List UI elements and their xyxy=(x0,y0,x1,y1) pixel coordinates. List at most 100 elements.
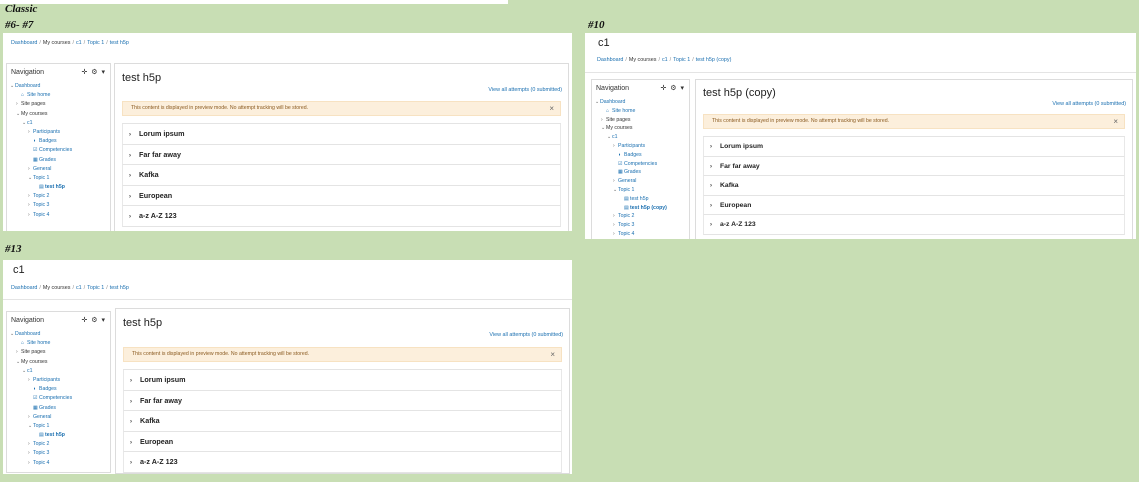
nav-item-label: c1 xyxy=(27,367,33,374)
accordion-section-label: a-z A-Z 123 xyxy=(139,211,177,220)
activity-title: test h5p xyxy=(122,72,162,84)
accordion-section[interactable]: › Far far away xyxy=(703,156,1125,176)
close-icon[interactable]: × xyxy=(1113,115,1118,128)
accordion-section[interactable]: › European xyxy=(123,431,562,452)
nav-item[interactable]: ▦Grades xyxy=(595,168,667,177)
accordion-section[interactable]: › Kafka xyxy=(123,411,562,432)
nav-item-label: Topic 4 xyxy=(618,230,635,237)
accordion-section-label: European xyxy=(139,190,173,200)
accordion-section[interactable]: › Kafka xyxy=(703,176,1125,196)
nav-item-label: test h5p xyxy=(45,184,65,191)
accordion-section[interactable]: › European xyxy=(703,195,1125,215)
nav-item-label: Site pages xyxy=(21,101,46,108)
breadcrumb-dashboard[interactable]: Dashboard xyxy=(11,285,37,291)
header-divider xyxy=(585,72,1136,73)
breadcrumb-my-courses: My courses xyxy=(42,40,71,46)
nav-item[interactable]: › Topic 4 xyxy=(10,459,72,468)
nav-item-label: test h5p xyxy=(630,195,649,202)
accordion-section[interactable]: › Lorum ipsum xyxy=(122,124,561,145)
accordion-section[interactable]: › Far far away xyxy=(122,144,561,165)
activity-title: test h5p (copy) xyxy=(703,87,776,99)
nav-item[interactable]: ⌄Topic 1 xyxy=(10,422,72,431)
nav-item[interactable]: ☑ Competencies xyxy=(10,146,72,155)
breadcrumb-topic[interactable]: Topic 1 xyxy=(87,285,104,291)
nav-item[interactable]: › Topic 2 xyxy=(10,192,72,201)
breadcrumb-activity[interactable]: test h5p xyxy=(110,285,129,291)
nav-item[interactable]: ▤test h5p xyxy=(595,195,667,204)
nav-item[interactable]: › Topic 2 xyxy=(595,212,667,221)
nav-item[interactable]: › Topic 4 xyxy=(10,211,72,220)
accordion-section[interactable]: › European xyxy=(122,185,561,206)
nav-item[interactable]: › Participants xyxy=(10,128,72,137)
nav-item[interactable]: › Topic 3 xyxy=(10,449,72,458)
nav-item[interactable]: › Topic 2 xyxy=(10,440,72,449)
nav-item[interactable]: ◗ Badges xyxy=(595,151,667,160)
close-icon[interactable]: × xyxy=(549,102,554,115)
breadcrumb-course[interactable]: c1 xyxy=(662,57,668,63)
accordion-section[interactable]: › Lorum ipsum xyxy=(123,370,562,391)
screenshot-panel-3: c1 Dashboard / My courses / c1/Topic 1/test … xyxy=(3,260,572,474)
accordion-section[interactable]: › a-z A-Z 123 xyxy=(703,215,1125,235)
block-actions-icon[interactable]: ✛ ⚙ ▾ xyxy=(81,316,106,324)
nav-item-label: General xyxy=(618,178,637,185)
breadcrumb-course[interactable]: c1 xyxy=(76,40,82,46)
nav-item[interactable]: ⌂ Site home xyxy=(10,91,72,100)
breadcrumb-dashboard[interactable]: Dashboard xyxy=(11,40,37,46)
breadcrumb-activity[interactable]: test h5p xyxy=(110,40,129,46)
accordion-section-label: Far far away xyxy=(139,149,181,159)
nav-item-label: Topic 3 xyxy=(33,202,50,209)
nav-item[interactable]: ▤test h5p xyxy=(10,183,72,192)
nav-item[interactable]: ▦Grades xyxy=(10,156,72,165)
nav-item[interactable]: › Participants xyxy=(10,376,72,385)
nav-item[interactable]: › General xyxy=(10,413,72,422)
nav-item[interactable]: ⌄Dashboard xyxy=(10,82,72,91)
view-attempts-link[interactable]: View all attempts (0 submitted) xyxy=(1052,101,1126,107)
accordion-section[interactable]: › Far far away xyxy=(123,390,562,411)
nav-item[interactable]: › General xyxy=(10,165,72,174)
nav-item-label: Badges xyxy=(39,386,57,393)
accordion-section[interactable]: › Kafka xyxy=(122,165,561,186)
accordion-section[interactable]: › Lorum ipsum xyxy=(703,137,1125,157)
view-attempts-link[interactable]: View all attempts (0 submitted) xyxy=(489,332,563,338)
breadcrumb-topic[interactable]: Topic 1 xyxy=(87,40,104,46)
nav-item[interactable]: ⌄c1 xyxy=(10,119,72,128)
nav-item[interactable]: ⌄Dashboard xyxy=(10,330,72,339)
accordion-section[interactable]: › a-z A-Z 123 xyxy=(122,206,561,227)
accordion-section[interactable]: › a-z A-Z 123 xyxy=(123,452,562,473)
nav-item[interactable]: ▤test h5p (copy) xyxy=(595,204,667,213)
nav-item-label: Participants xyxy=(33,128,61,135)
nav-item[interactable]: › Topic 4 xyxy=(595,230,667,239)
breadcrumb-activity[interactable]: test h5p (copy) xyxy=(696,57,732,63)
nav-item[interactable]: › Participants xyxy=(595,142,667,151)
nav-item-label: Competencies xyxy=(39,147,73,154)
chevron-right-icon: › xyxy=(710,163,712,170)
nav-item[interactable]: ⌂ Site home xyxy=(10,339,72,348)
breadcrumb-topic[interactable]: Topic 1 xyxy=(673,57,690,63)
breadcrumb-course[interactable]: c1 xyxy=(76,285,82,291)
nav-item[interactable]: ☑ Competencies xyxy=(10,394,72,403)
nav-item: › Site pages xyxy=(595,116,667,125)
nav-item[interactable]: ⌂ Site home xyxy=(595,107,667,116)
nav-item[interactable]: ⌄Topic 1 xyxy=(595,186,667,195)
nav-item[interactable]: ⌄Topic 1 xyxy=(10,174,72,183)
nav-item[interactable]: ▦Grades xyxy=(10,404,72,413)
nav-item[interactable]: ⌄c1 xyxy=(10,367,72,376)
nav-item[interactable]: ⌄c1 xyxy=(595,133,667,142)
nav-item-label: Competencies xyxy=(39,395,73,402)
block-actions-icon[interactable]: ✛ ⚙ ▾ xyxy=(81,68,106,76)
view-attempts-link[interactable]: View all attempts (0 submitted) xyxy=(488,87,562,93)
breadcrumb-dashboard[interactable]: Dashboard xyxy=(597,57,623,63)
block-actions-icon[interactable]: ✛ ⚙ ▾ xyxy=(660,84,685,92)
nav-item[interactable]: ⌄Dashboard xyxy=(595,98,667,107)
accordion-section-label: Lorum ipsum xyxy=(139,129,185,138)
breadcrumb: Dashboard / My courses / c1/Topic 1/test h5p… xyxy=(597,57,732,63)
nav-item[interactable]: › Topic 3 xyxy=(10,201,72,210)
nav-item[interactable]: ◗ Badges xyxy=(10,137,72,146)
nav-item[interactable]: ▤test h5p xyxy=(10,431,72,440)
nav-item[interactable]: › Topic 3 xyxy=(595,221,667,230)
breadcrumb-my-courses: My courses xyxy=(42,285,71,291)
nav-item[interactable]: ☑ Competencies xyxy=(595,160,667,169)
nav-item[interactable]: › General xyxy=(595,177,667,186)
close-icon[interactable]: × xyxy=(550,348,555,361)
nav-item[interactable]: ◗ Badges xyxy=(10,385,72,394)
